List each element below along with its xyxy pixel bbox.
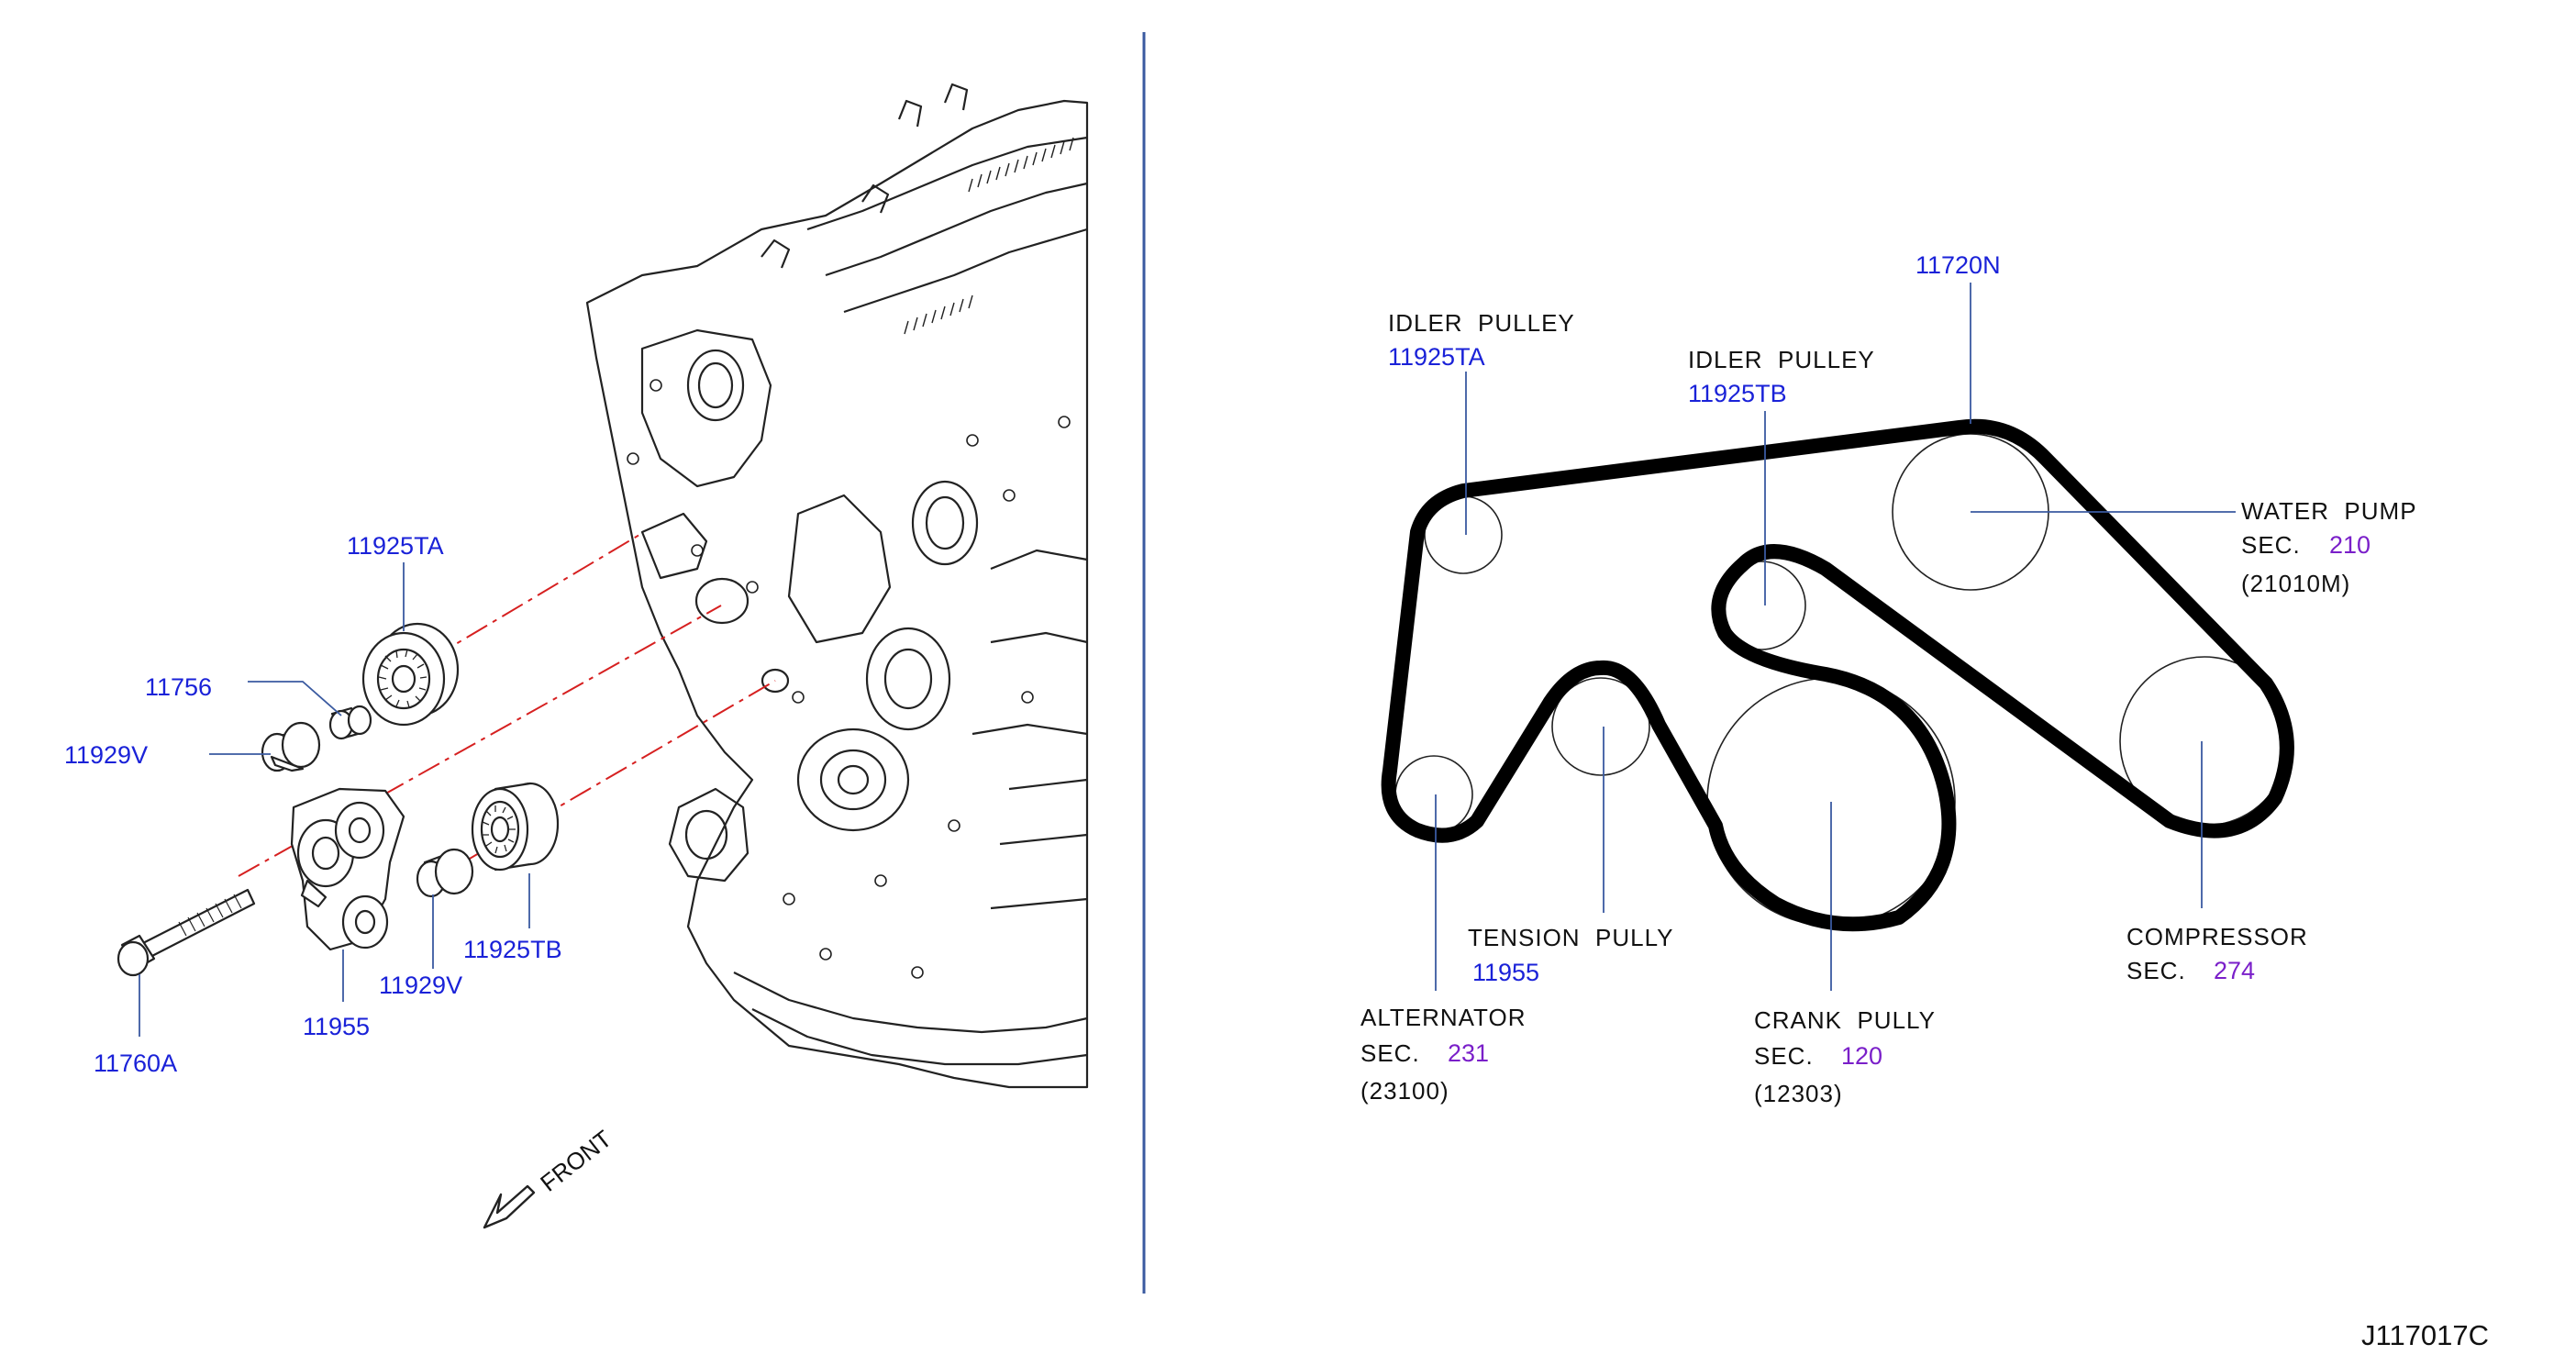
water-pump-sec-label: SEC. (2241, 531, 2301, 559)
callout-11756[interactable]: 11756 (145, 673, 212, 701)
idler-a-name: IDLER PULLEY (1388, 309, 1575, 337)
alternator-sec-label: SEC. (1360, 1039, 1420, 1067)
right-leader-lines (1435, 283, 2236, 991)
callout-idler-a-part[interactable]: 11925TA (1388, 343, 1485, 371)
cap-upper-illustration (261, 721, 321, 772)
callout-idler-b-part[interactable]: 11925TB (1688, 380, 1787, 407)
engine-block-illustration (585, 83, 1089, 1089)
idler-b-name: IDLER PULLEY (1688, 346, 1875, 373)
callout-11929V-upper[interactable]: 11929V (64, 741, 148, 769)
tensioner-illustration (290, 787, 405, 951)
callout-11955[interactable]: 11955 (303, 1013, 370, 1040)
idler-pulley-tb-illustration (471, 782, 560, 872)
crank-sec-label: SEC. (1754, 1042, 1814, 1070)
alternator-code: (23100) (1360, 1077, 1449, 1105)
bolt-illustration (117, 888, 256, 977)
tension-name: TENSION PULLY (1468, 924, 1673, 951)
crank-name: CRANK PULLY (1754, 1006, 1936, 1034)
callout-11929V-lower[interactable]: 11929V (379, 972, 462, 999)
cap-lower-illustration (416, 848, 474, 898)
alternator-name: ALTERNATOR (1360, 1004, 1526, 1031)
callout-11925TB[interactable]: 11925TB (463, 936, 562, 963)
water-pump-code: (21010M) (2241, 570, 2350, 597)
idler-pulley-ta-illustration (361, 622, 460, 727)
parts-diagram: FRONT 11925TA 11756 11929V 11925TB 11929… (0, 0, 2576, 1361)
callout-11720N[interactable]: 11720N (1915, 251, 2001, 279)
compressor-sec-link[interactable]: 274 (2214, 957, 2255, 984)
diagram-canvas: FRONT 11925TA 11756 11929V 11925TB 11929… (64, 32, 2489, 1351)
compressor-sec-label: SEC. (2126, 957, 2186, 984)
front-arrow-icon (483, 1184, 536, 1229)
alternator-sec-link[interactable]: 231 (1448, 1039, 1489, 1067)
callout-11760A[interactable]: 11760A (94, 1049, 177, 1077)
water-pump-sec-link[interactable]: 210 (2329, 531, 2371, 559)
crank-code: (12303) (1754, 1080, 1843, 1107)
diagram-id: J117017C (2361, 1319, 2489, 1351)
front-label: FRONT (535, 1125, 616, 1197)
callout-tension-part[interactable]: 11955 (1472, 959, 1539, 986)
callout-11925TA[interactable]: 11925TA (347, 532, 444, 560)
crank-sec-link[interactable]: 120 (1841, 1042, 1882, 1070)
compressor-name: COMPRESSOR (2126, 923, 2308, 950)
water-pump-name: WATER PUMP (2241, 497, 2417, 525)
